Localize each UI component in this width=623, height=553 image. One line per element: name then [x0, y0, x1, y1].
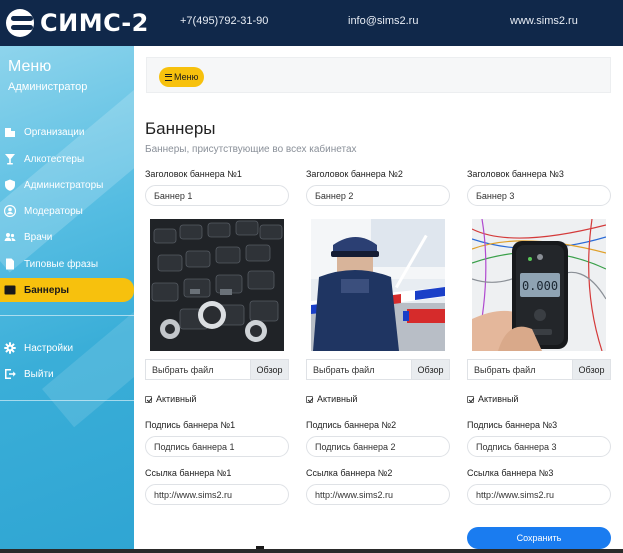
banner-link-label: Ссылка баннера №3 — [467, 468, 554, 478]
sidebar-item-label: Модераторы — [24, 205, 83, 217]
banner-caption-input[interactable]: Подпись баннера 1 — [145, 436, 289, 457]
menu-button[interactable]: Меню — [159, 67, 205, 87]
hamburger-icon — [165, 73, 172, 81]
menu-button-label: Меню — [174, 72, 199, 82]
sidebar: Меню Администратор Организации Алкотесте… — [0, 46, 134, 553]
page-title: Баннеры — [145, 119, 216, 138]
menu-bar: Меню — [146, 57, 611, 93]
banner-file-input[interactable]: Выбрать файл Обзор — [145, 359, 289, 380]
cursor-mark — [256, 546, 264, 549]
sidebar-item-label: Баннеры — [24, 284, 70, 296]
banner-title-label: Заголовок баннера №2 — [306, 169, 403, 179]
banner-caption-input[interactable]: Подпись баннера 3 — [467, 436, 611, 457]
cocktail-icon — [5, 154, 15, 165]
file-placeholder: Выбрать файл — [474, 364, 536, 375]
top-header: СИМС-2 +7(495)792-31-90 info@sims2.ru ww… — [0, 0, 623, 46]
building-icon — [5, 128, 15, 137]
logo-text: СИМС-2 — [40, 9, 149, 37]
banner-image-1 — [150, 219, 284, 351]
banner-caption-label: Подпись баннера №3 — [467, 420, 558, 430]
sidebar-item-banners[interactable]: Баннеры — [0, 278, 134, 302]
banner-image-2 — [311, 219, 445, 351]
user-circle-icon — [4, 205, 16, 217]
banner-link-label: Ссылка баннера №2 — [306, 468, 393, 478]
keypad-photo — [150, 219, 284, 351]
banner-link-input[interactable]: http://www.sims2.ru — [145, 484, 289, 505]
page-subtitle: Баннеры, присутствующие во всех кабинета… — [145, 144, 357, 155]
checkbox-label: Активный — [478, 394, 519, 404]
sidebar-item-settings[interactable]: Настройки — [0, 337, 134, 359]
banner-title-input[interactable]: Баннер 1 — [145, 185, 289, 206]
sidebar-item-label: Организации — [24, 126, 85, 138]
banner-link-label: Ссылка баннера №1 — [145, 468, 232, 478]
sidebar-item-label: Алкотестеры — [24, 153, 85, 165]
banner-active-checkbox[interactable]: Активный — [306, 394, 357, 404]
image-icon — [4, 285, 16, 295]
banner-active-checkbox[interactable]: Активный — [145, 394, 196, 404]
checkbox-label: Активный — [156, 394, 197, 404]
police-photo — [311, 219, 445, 351]
sidebar-item-organizations[interactable]: Организации — [0, 121, 134, 143]
sidebar-item-phrases[interactable]: Типовые фразы — [0, 253, 134, 275]
breathalyzer-photo: 0.000 — [472, 219, 606, 351]
sign-out-icon — [5, 369, 16, 379]
checkbox-checked-icon — [145, 395, 152, 403]
banner-image-3: 0.000 — [472, 219, 606, 351]
sidebar-item-label: Выйти — [24, 368, 54, 380]
banner-title-label: Заголовок баннера №3 — [467, 169, 564, 179]
sidebar-item-administrators[interactable]: Администраторы — [0, 174, 134, 196]
sidebar-title: Меню — [8, 58, 52, 75]
checkbox-checked-icon — [306, 395, 313, 403]
banner-title-input[interactable]: Баннер 3 — [467, 185, 611, 206]
logo-icon — [6, 9, 34, 37]
file-placeholder: Выбрать файл — [313, 364, 375, 375]
gear-icon — [4, 342, 16, 354]
checkbox-checked-icon — [467, 395, 474, 403]
users-icon — [4, 233, 16, 241]
sidebar-divider — [0, 315, 134, 316]
sidebar-item-moderators[interactable]: Модераторы — [0, 200, 134, 222]
browse-button[interactable]: Обзор — [411, 360, 449, 379]
banner-title-input[interactable]: Баннер 2 — [306, 185, 450, 206]
sidebar-role: Администратор — [8, 81, 88, 93]
device-display: 0.000 — [522, 279, 558, 293]
sidebar-divider — [0, 400, 134, 401]
sidebar-item-label: Врачи — [24, 231, 53, 243]
logo[interactable]: СИМС-2 — [0, 0, 149, 46]
file-placeholder: Выбрать файл — [152, 364, 214, 375]
browse-button[interactable]: Обзор — [250, 360, 288, 379]
file-icon — [6, 258, 14, 270]
shield-icon — [5, 179, 15, 191]
banner-link-input[interactable]: http://www.sims2.ru — [306, 484, 450, 505]
banner-title-label: Заголовок баннера №1 — [145, 169, 242, 179]
header-email[interactable]: info@sims2.ru — [348, 15, 418, 27]
browse-button[interactable]: Обзор — [572, 360, 610, 379]
banner-caption-input[interactable]: Подпись баннера 2 — [306, 436, 450, 457]
save-button[interactable]: Сохранить — [467, 527, 611, 549]
sidebar-item-logout[interactable]: Выйти — [0, 363, 134, 385]
main-content: Меню Баннеры Баннеры, присутствующие во … — [134, 46, 623, 553]
banner-file-input[interactable]: Выбрать файл Обзор — [306, 359, 450, 380]
header-phone[interactable]: +7(495)792-31-90 — [180, 15, 268, 27]
banner-active-checkbox[interactable]: Активный — [467, 394, 518, 404]
sidebar-item-label: Типовые фразы — [24, 258, 99, 270]
banner-link-input[interactable]: http://www.sims2.ru — [467, 484, 611, 505]
sidebar-item-breathalyzers[interactable]: Алкотестеры — [0, 148, 134, 170]
sidebar-item-label: Администраторы — [24, 179, 104, 191]
banner-file-input[interactable]: Выбрать файл Обзор — [467, 359, 611, 380]
header-site[interactable]: www.sims2.ru — [510, 15, 578, 27]
sidebar-item-label: Настройки — [24, 342, 74, 354]
bottom-bar — [0, 549, 623, 553]
checkbox-label: Активный — [317, 394, 358, 404]
banner-caption-label: Подпись баннера №2 — [306, 420, 397, 430]
banner-caption-label: Подпись баннера №1 — [145, 420, 236, 430]
sidebar-item-doctors[interactable]: Врачи — [0, 226, 134, 248]
